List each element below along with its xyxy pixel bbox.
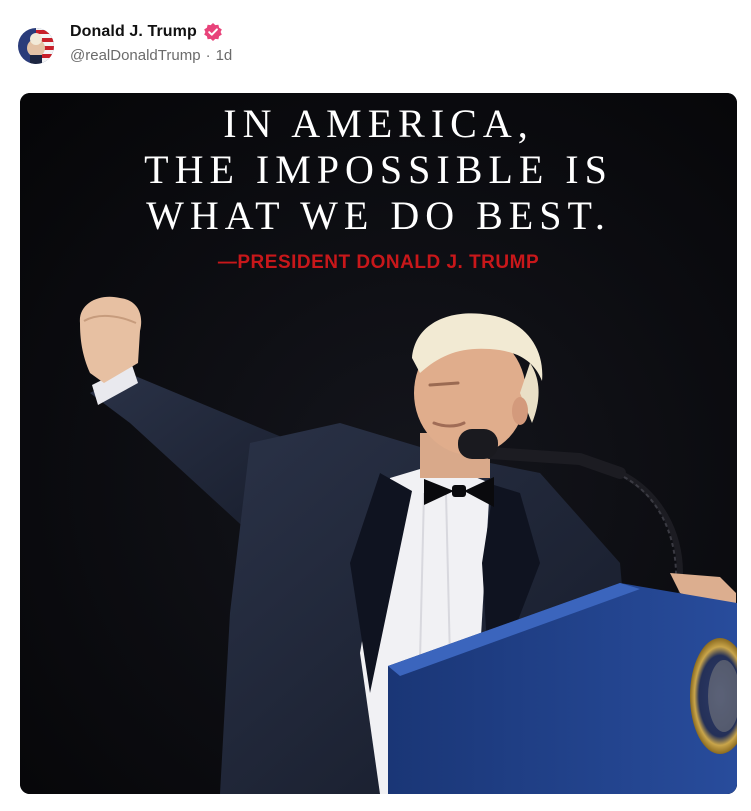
post-card: Donald J. Trump @realDonaldTrump · 1d IN… [0, 0, 751, 811]
avatar-flag-icon [18, 28, 54, 64]
quote-line-1: IN AMERICA, [223, 101, 534, 146]
avatar[interactable] [18, 28, 54, 64]
verified-badge-icon [203, 22, 223, 42]
quote-line-2: THE IMPOSSIBLE IS [144, 147, 613, 192]
author-name[interactable]: Donald J. Trump [70, 23, 197, 41]
meta-separator: · [205, 47, 211, 64]
post-image[interactable]: IN AMERICA, THE IMPOSSIBLE IS WHAT WE DO… [20, 93, 737, 794]
quote-attribution: —PRESIDENT DONALD J. TRUMP [217, 252, 540, 273]
author-handle[interactable]: @realDonaldTrump [70, 47, 201, 64]
quote-text: IN AMERICA, THE IMPOSSIBLE IS WHAT WE DO… [20, 101, 737, 239]
author-meta: @realDonaldTrump · 1d [70, 47, 232, 64]
author-block: Donald J. Trump @realDonaldTrump · 1d [70, 20, 232, 64]
post-timestamp[interactable]: 1d [216, 47, 233, 64]
post-header: Donald J. Trump @realDonaldTrump · 1d [18, 20, 232, 76]
quote-line-3: WHAT WE DO BEST. [146, 193, 611, 238]
